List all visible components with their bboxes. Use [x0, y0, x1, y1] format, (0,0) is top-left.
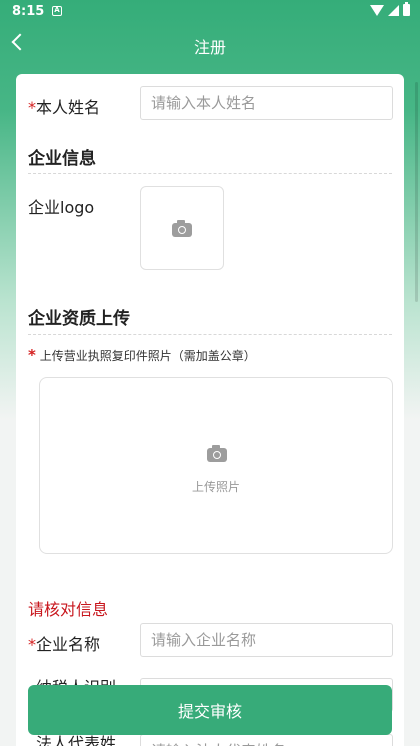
submit-review-button[interactable]: 提交审核	[28, 685, 392, 735]
company-name-input[interactable]	[140, 623, 393, 657]
page-title: 注册	[193, 38, 226, 57]
company-info-title: 企业信息	[28, 149, 96, 169]
name-field-label: *本人姓名	[28, 98, 101, 117]
license-upload-box[interactable]: 上传照片	[39, 377, 393, 554]
camera-icon	[207, 445, 227, 462]
divider	[28, 334, 392, 335]
form-card: *本人姓名 企业信息 企业logo 企业资质上传 * 上传营业执照复印件照片（需…	[16, 74, 404, 746]
signal-icon	[388, 4, 399, 16]
camera-icon	[172, 220, 192, 237]
battery-icon	[403, 2, 410, 16]
verify-info-title: 请核对信息	[28, 600, 109, 619]
upload-photo-label: 上传照片	[191, 480, 240, 494]
logo-upload-box[interactable]	[140, 186, 224, 270]
divider	[28, 173, 392, 174]
scrollbar[interactable]	[415, 82, 418, 302]
status-time: 8:15	[12, 4, 45, 19]
company-logo-label: 企业logo	[28, 198, 95, 217]
status-icons	[370, 2, 410, 16]
upload-hint: * 上传营业执照复印件照片（需加盖公章）	[28, 346, 256, 364]
qualification-title: 企业资质上传	[28, 309, 130, 329]
status-bar: 8:15 A	[0, 0, 420, 24]
company-name-label: *企业名称	[28, 635, 101, 654]
name-input[interactable]	[140, 86, 393, 120]
nav-bar: 注册	[0, 24, 420, 64]
notification-badge-icon: A	[52, 6, 62, 16]
legal-rep-input[interactable]	[140, 734, 393, 746]
wifi-icon	[370, 4, 384, 16]
